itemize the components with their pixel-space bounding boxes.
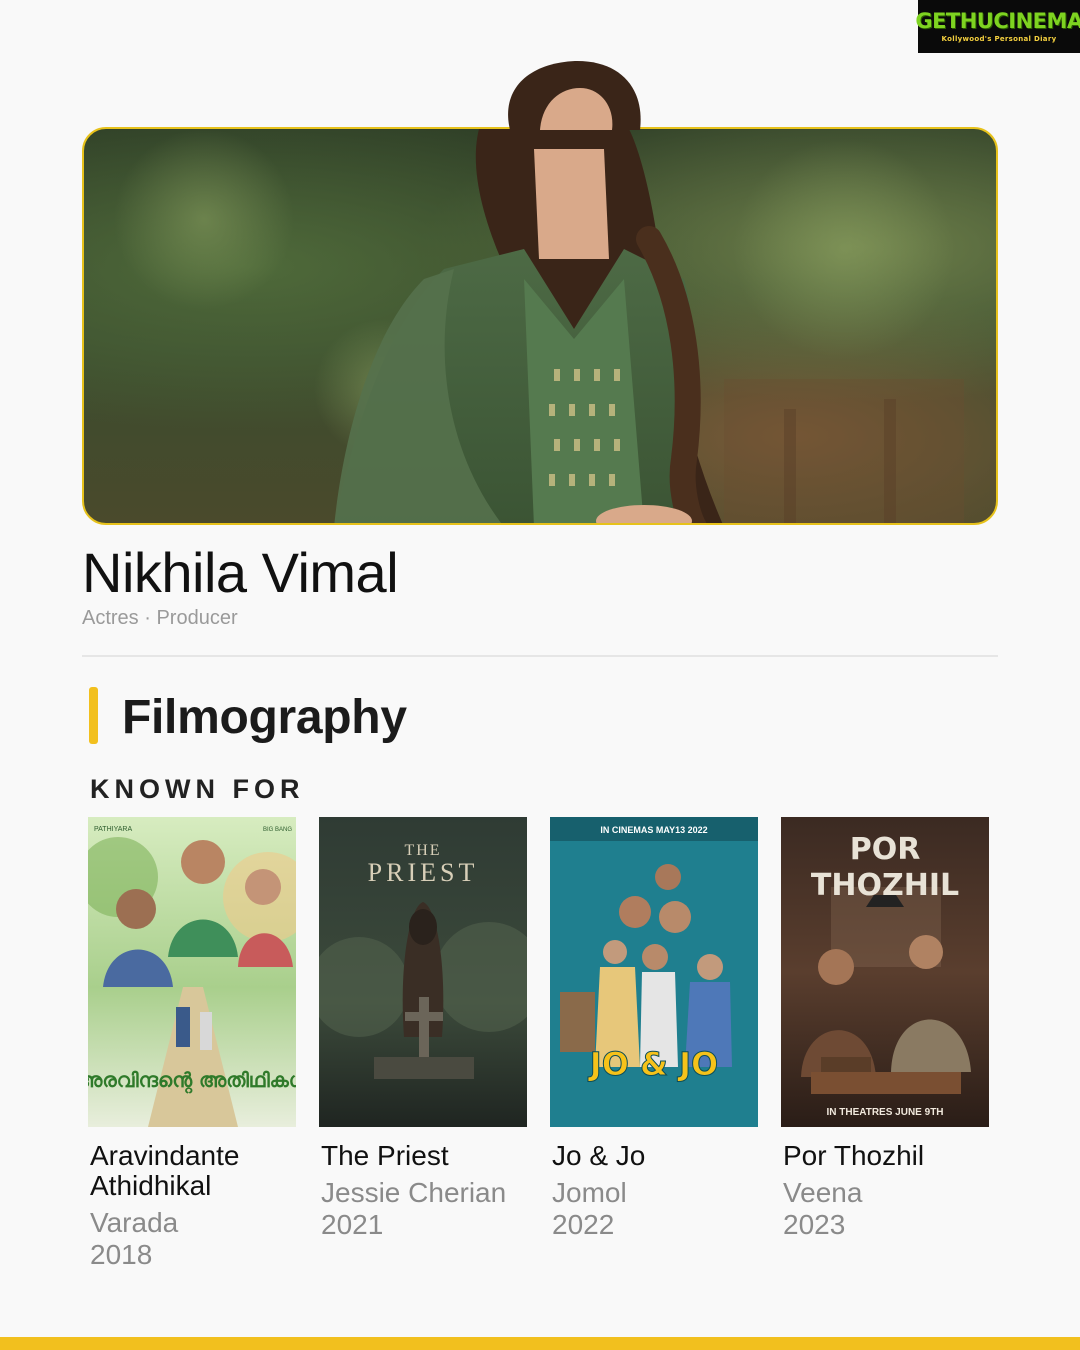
profile-photo-overflow [508,60,641,130]
film-card[interactable]: THE PRIEST The Priest Jessie Cherian 202… [319,817,529,1241]
film-poster[interactable]: PATHIYARA BIG BANG അരവിന്ദന്റെ അതിഥികൾ [88,817,296,1127]
poster-title-line2: PRIEST [368,858,479,887]
poster-title-line2: THOZHIL [811,868,959,903]
film-poster[interactable]: IN CINEMAS MAY13 2022 JO & JO [550,817,758,1127]
film-title[interactable]: The Priest [319,1141,529,1171]
poster-title-line1: POR [850,832,921,867]
film-title[interactable]: Por Thozhil [781,1141,991,1171]
film-year: 2018 [90,1239,153,1270]
film-card[interactable]: POR THOZHIL IN THEATRES JUNE 9TH Por Tho… [781,817,991,1241]
poster-top-left-text: PATHIYARA [94,826,132,833]
profile-photo-illustration [114,129,964,523]
poster-footer-text: IN THEATRES JUNE 9TH [826,1107,943,1118]
section-divider [82,655,998,657]
poster-title-line1: THE [404,842,441,859]
brand-logo-text: GETHUCINEMA [915,8,1080,33]
film-poster[interactable]: THE PRIEST [319,817,527,1127]
known-for-label: KNOWN FOR [90,774,305,804]
section-title: Filmography [122,691,407,744]
brand-logo-tagline: Kollywood's Personal Diary [941,34,1057,43]
section-accent-bar [89,687,98,744]
profile-roles: Actres · Producer [82,607,238,629]
brand-logo[interactable]: GETHUCINEMA Kollywood's Personal Diary [915,0,1080,53]
film-card[interactable]: PATHIYARA BIG BANG അരവിന്ദന്റെ അതിഥികൾ A… [88,817,298,1271]
poster-logo-text: JO & JO [588,1045,718,1083]
film-role: Jessie Cherian [321,1177,507,1208]
film-year: 2021 [321,1209,384,1240]
profile-photo [82,127,998,525]
film-title[interactable]: Jo & Jo [550,1141,760,1171]
film-poster[interactable]: POR THOZHIL IN THEATRES JUNE 9TH [781,817,989,1127]
bottom-accent-bar [0,1337,1080,1350]
profile-page: GETHUCINEMA Kollywood's Personal Diary N… [0,0,1080,1350]
profile-name: Nikhila Vimal [82,541,399,604]
poster-banner-text: IN CINEMAS MAY13 2022 [600,825,707,835]
film-role: Veena [783,1177,863,1208]
film-card[interactable]: IN CINEMAS MAY13 2022 JO & JO Jo & Jo Jo… [550,817,760,1241]
poster-logo-text: അരവിന്ദന്റെ അതിഥികൾ [88,1068,296,1094]
film-year: 2023 [783,1209,846,1240]
film-role: Varada [90,1207,179,1238]
film-year: 2022 [552,1209,615,1240]
film-role: Jomol [552,1177,627,1208]
film-title[interactable]: Aravindante Athidhikal [88,1141,298,1201]
poster-top-right-text: BIG BANG [263,827,292,833]
